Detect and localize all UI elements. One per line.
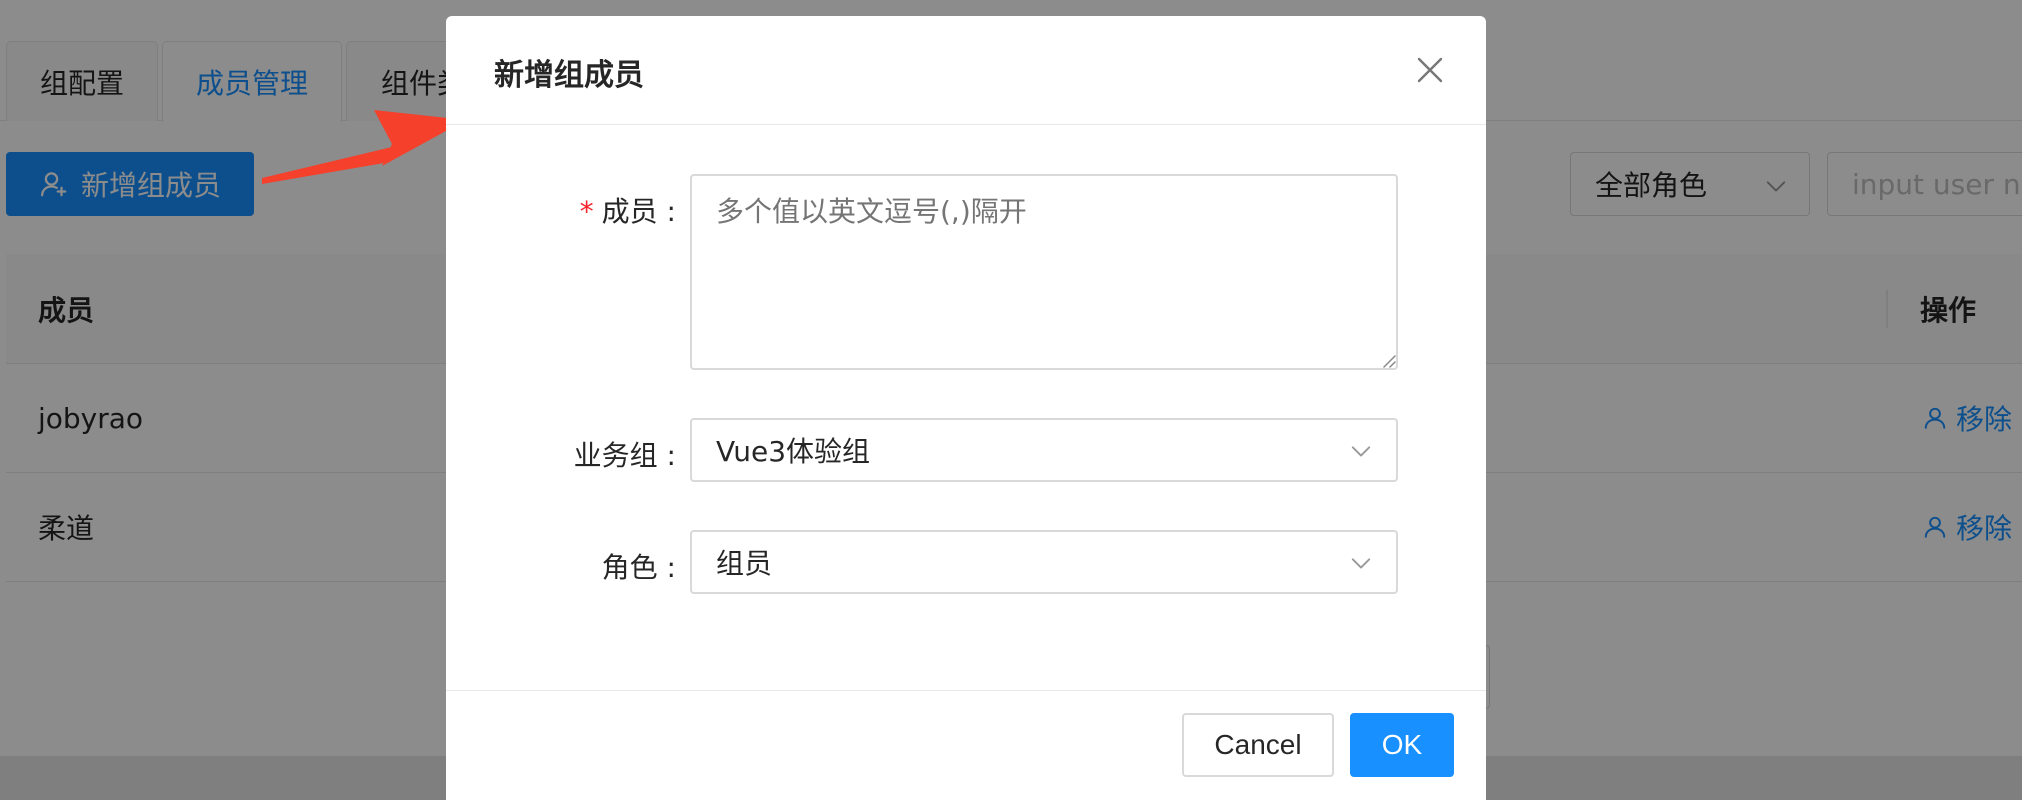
required-mark: * <box>579 195 594 228</box>
business-group-label: 业务组 : <box>573 439 676 472</box>
role-value: 组员 <box>716 547 773 580</box>
add-member-dialog: 新增组成员 *成员 : 业务组 : Vue3体验组 角色 : 组员 Cancel… <box>446 16 1486 800</box>
role-select[interactable]: 组员 <box>690 530 1398 594</box>
resize-handle-icon[interactable] <box>1380 352 1396 368</box>
business-group-value: Vue3体验组 <box>716 435 871 468</box>
close-icon[interactable] <box>1414 54 1446 86</box>
arrow-icon <box>262 110 466 184</box>
dialog-footer: Cancel OK <box>446 690 1486 800</box>
members-label-text: 成员 : <box>601 195 676 228</box>
dialog-header: 新增组成员 <box>446 16 1486 125</box>
cancel-button[interactable]: Cancel <box>1182 713 1334 777</box>
business-group-select[interactable]: Vue3体验组 <box>690 418 1398 482</box>
members-textarea[interactable] <box>690 174 1398 370</box>
dialog-title: 新增组成员 <box>494 58 644 93</box>
chevron-down-icon <box>1351 558 1371 569</box>
members-label: * 成员 : <box>446 190 676 230</box>
role-label: 角色 : <box>601 551 676 584</box>
chevron-down-icon <box>1351 446 1371 457</box>
ok-button[interactable]: OK <box>1350 713 1454 777</box>
